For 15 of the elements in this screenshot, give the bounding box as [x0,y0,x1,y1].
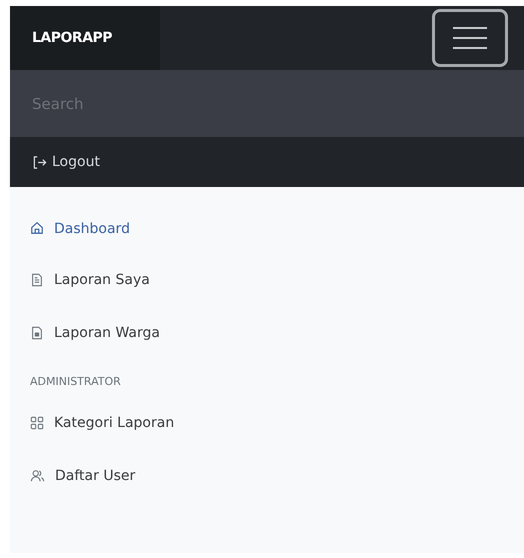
grid-icon [30,416,44,430]
section-heading: ADMINISTRATOR [29,374,122,390]
home-icon [30,221,44,235]
menu-icon[interactable] [432,9,508,67]
sidebar-item[interactable]: Daftar User [10,449,156,502]
users-icon [30,468,45,482]
sidebar-item[interactable]: Laporan Saya [10,253,170,306]
document-icon [30,326,44,340]
app-brand[interactable]: LAPORAPP [10,6,160,70]
sidebar-item[interactable]: Kategori Laporan [10,396,194,449]
document-icon [30,272,44,286]
sidebar-item[interactable]: Dashboard [10,221,150,253]
logout-icon [32,154,48,170]
logout-button[interactable]: Logout [32,154,100,170]
sidebar-item[interactable]: Laporan Warga [10,306,180,359]
